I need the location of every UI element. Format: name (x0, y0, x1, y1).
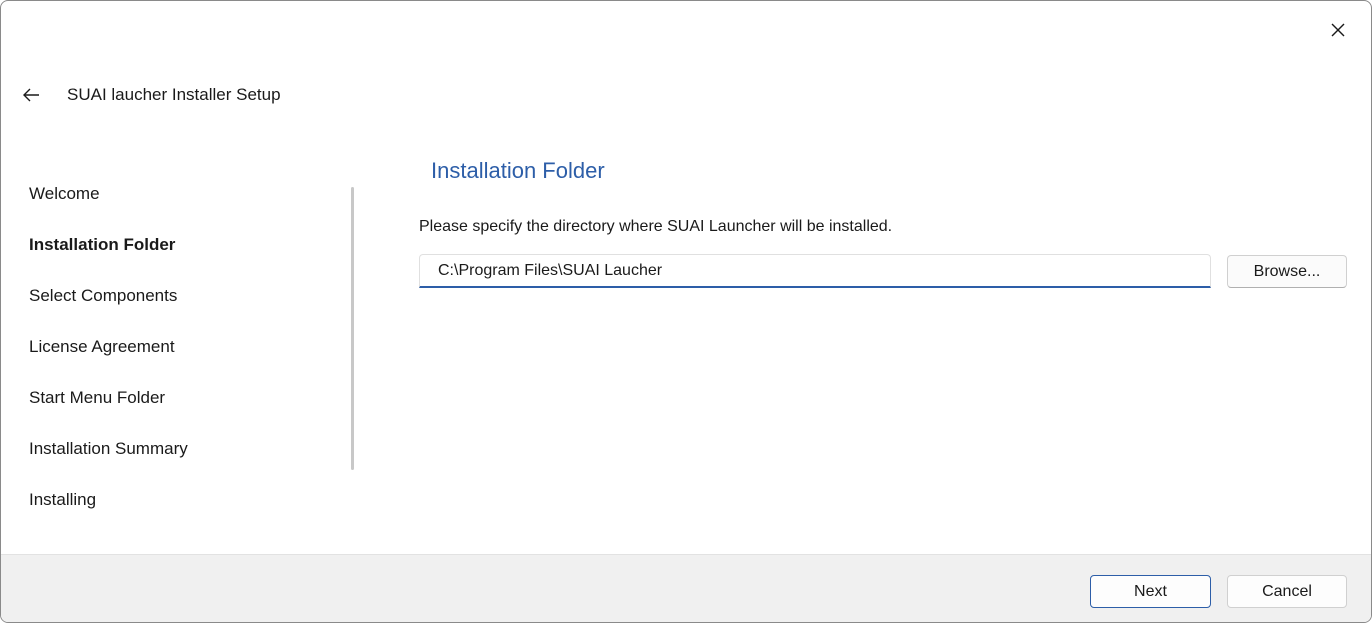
sidebar: Welcome Installation Folder Select Compo… (29, 171, 329, 528)
close-icon (1331, 23, 1345, 37)
close-button[interactable] (1323, 15, 1353, 45)
sidebar-item-license-agreement: License Agreement (29, 337, 175, 356)
sidebar-item-start-menu-folder: Start Menu Folder (29, 388, 166, 407)
sidebar-item-welcome: Welcome (29, 184, 100, 203)
sidebar-item-installing: Installing (29, 490, 97, 509)
page-title: Installation Folder (431, 158, 605, 183)
cancel-button[interactable]: Cancel (1227, 575, 1347, 608)
sidebar-item-installation-folder: Installation Folder (29, 235, 176, 254)
installer-window: SUAI laucher Installer Setup Welcome Ins… (0, 0, 1372, 623)
next-button[interactable]: Next (1090, 575, 1211, 608)
sidebar-item-installation-summary: Installation Summary (29, 439, 188, 458)
browse-button[interactable]: Browse... (1227, 255, 1347, 288)
sidebar-scrollbar[interactable] (351, 187, 354, 470)
window-title: SUAI laucher Installer Setup (67, 85, 281, 104)
back-button[interactable] (19, 83, 43, 107)
footer-bar: Next Cancel (1, 554, 1371, 622)
back-arrow-icon (23, 88, 39, 102)
instruction-text: Please specify the directory where SUAI … (419, 218, 893, 235)
sidebar-item-select-components: Select Components (29, 286, 178, 305)
title-bar: SUAI laucher Installer Setup (19, 83, 281, 107)
install-path-input[interactable] (419, 254, 1211, 288)
